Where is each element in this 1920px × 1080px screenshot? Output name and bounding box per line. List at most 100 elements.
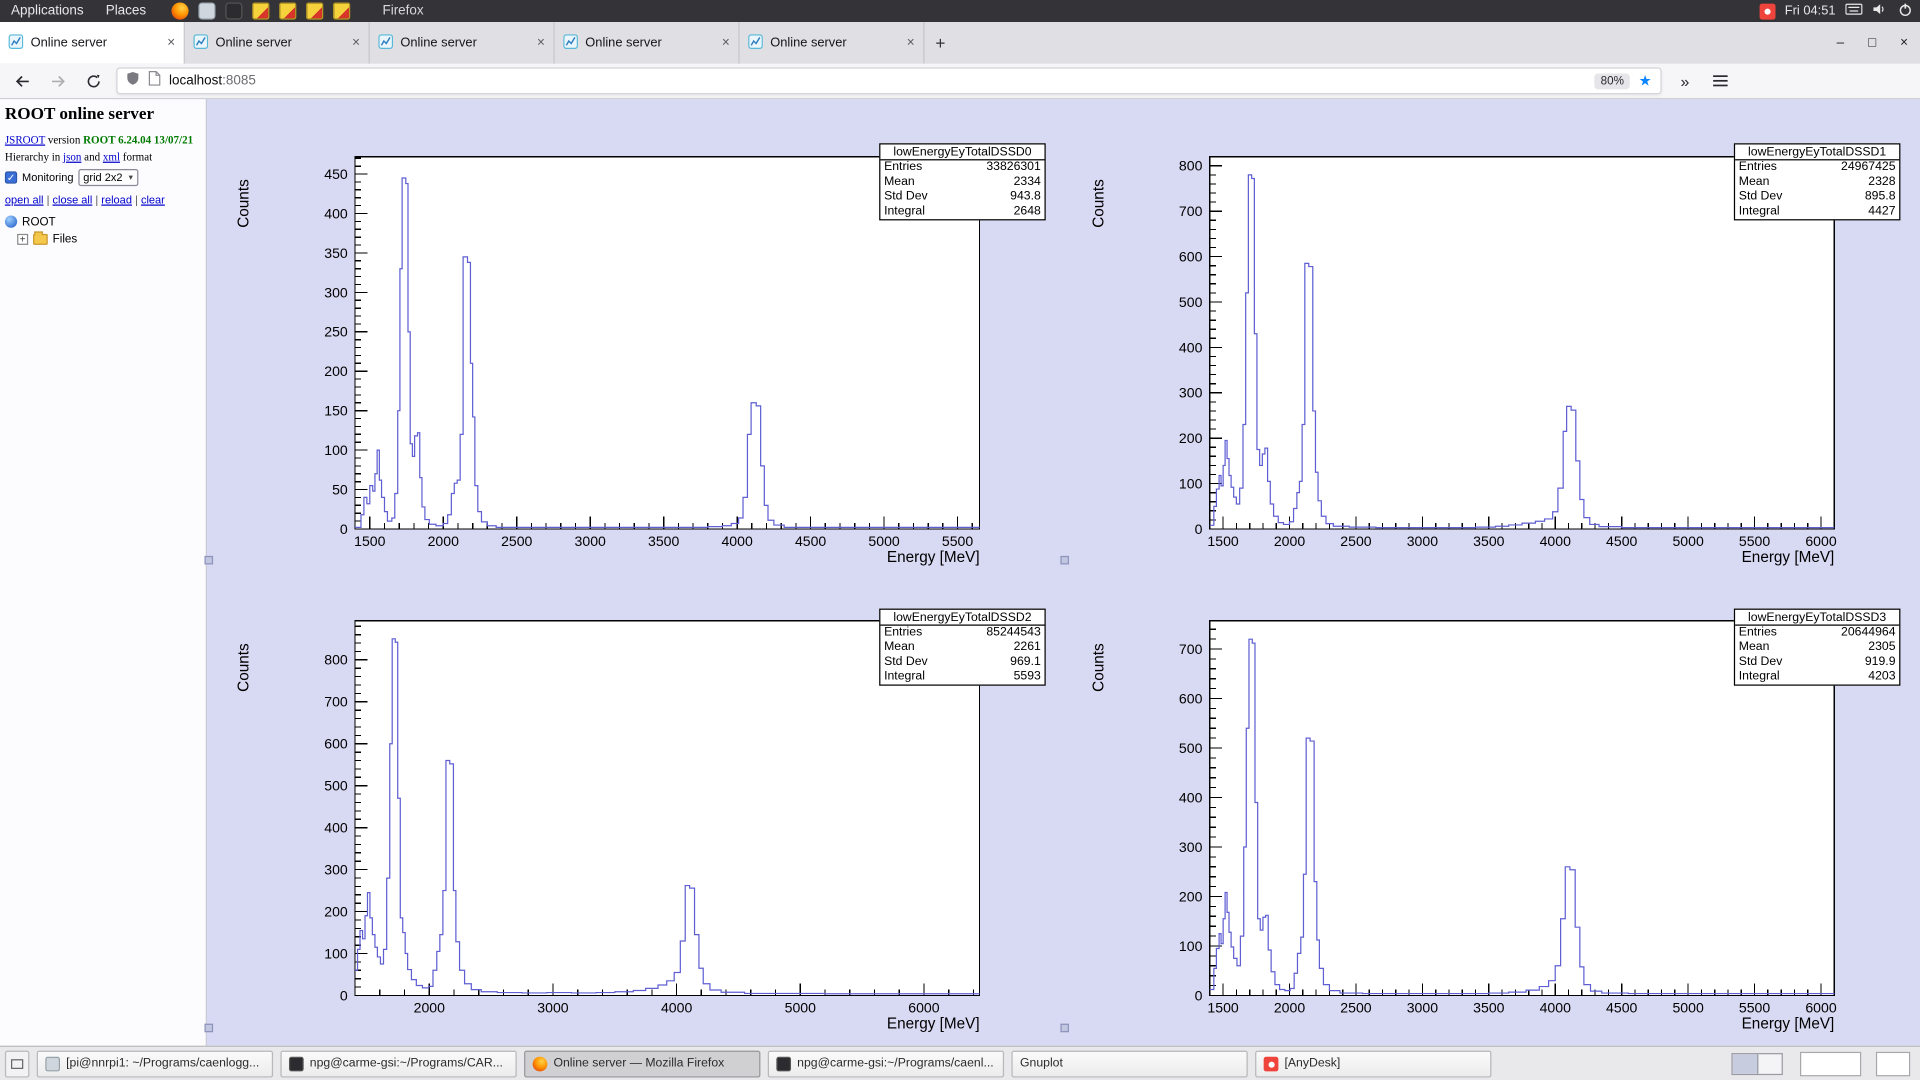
url-bar[interactable]: localhost:8085 80% ★ [116, 67, 1661, 94]
tab-online-server-5[interactable]: Online server× [740, 22, 925, 64]
tab-online-server-1[interactable]: Online server× [0, 22, 185, 64]
window-close-button[interactable]: × [1888, 36, 1920, 51]
svg-text:4000: 4000 [721, 533, 752, 549]
panel-widget[interactable] [1876, 1051, 1910, 1075]
stats-box-lowEnergyEyTotalDSSD1[interactable]: lowEnergyEyTotalDSSD1Entries24967425Mean… [1734, 143, 1901, 220]
app-launcher-icon[interactable] [280, 2, 297, 19]
resize-grip[interactable] [1060, 1024, 1069, 1033]
window-maximize-button[interactable]: □ [1856, 36, 1888, 51]
page-info-icon[interactable] [148, 70, 160, 92]
svg-text:700: 700 [1179, 203, 1203, 219]
show-desktop-button[interactable] [5, 1050, 29, 1077]
jsroot-favicon [563, 34, 578, 52]
zoom-level-button[interactable]: 80% [1595, 73, 1631, 89]
app-launcher-icon[interactable] [334, 2, 351, 19]
firefox-nav-bar: localhost:8085 80% ★ » [0, 64, 1920, 100]
volume-icon[interactable] [1872, 2, 1888, 19]
monitoring-checkbox[interactable]: ✓ [5, 171, 17, 183]
resize-grip[interactable] [1060, 556, 1069, 565]
svg-text:1500: 1500 [354, 533, 385, 549]
tree-item-files[interactable]: + Files [5, 230, 201, 247]
stats-row-mean: Mean2328 [1735, 175, 1899, 190]
histogram-pad-lowEnergyEyTotalDSSD1[interactable]: 1500200025003000350040004500500055006000… [1063, 99, 1920, 567]
json-link[interactable]: json [63, 151, 81, 163]
resize-grip[interactable] [204, 1024, 213, 1033]
taskbar-window-button-3[interactable]: Online server — Mozilla Firefox [524, 1050, 760, 1077]
expand-icon[interactable]: + [17, 233, 28, 244]
tracking-protection-icon[interactable] [126, 70, 139, 92]
svg-text:400: 400 [1179, 789, 1203, 805]
histogram-pad-lowEnergyEyTotalDSSD0[interactable]: 1500200025003000350040004500500055000501… [207, 99, 1063, 567]
tree-item-root[interactable]: ROOT [5, 213, 201, 230]
action-link-close-all[interactable]: close all [53, 193, 93, 205]
file-manager-icon[interactable] [199, 2, 216, 19]
tab-close-icon[interactable]: × [722, 36, 730, 51]
svg-text:4500: 4500 [795, 533, 826, 549]
taskbar-window-button-5[interactable]: Gnuplot [1011, 1050, 1247, 1077]
firefox-launcher-icon[interactable] [172, 2, 189, 19]
jsroot-favicon [378, 34, 393, 52]
reload-button[interactable] [81, 69, 105, 93]
app-launcher-icon[interactable] [307, 2, 324, 19]
action-link-clear[interactable]: clear [141, 193, 165, 205]
svg-text:350: 350 [324, 245, 348, 261]
clock[interactable]: Fri 04:51 [1785, 4, 1836, 19]
svg-text:600: 600 [324, 736, 348, 752]
histogram-pad-lowEnergyEyTotalDSSD3[interactable]: 1500200025003000350040004500500055006000… [1063, 567, 1920, 1035]
taskbar-window-button-1[interactable]: [pi@nnrpi1: ~/Programs/caenlogg... [37, 1050, 273, 1077]
svg-text:6000: 6000 [908, 1000, 939, 1016]
svg-text:6000: 6000 [1805, 1000, 1836, 1016]
xml-link[interactable]: xml [103, 151, 120, 163]
keyboard-icon[interactable] [1845, 2, 1862, 19]
jsroot-canvas-grid: 1500200025003000350040004500500055000501… [207, 99, 1920, 1046]
svg-text:300: 300 [1179, 385, 1203, 401]
svg-text:3000: 3000 [1407, 533, 1438, 549]
svg-text:700: 700 [324, 694, 348, 710]
resize-grip[interactable] [204, 556, 213, 565]
svg-text:5000: 5000 [1672, 533, 1703, 549]
applications-menu[interactable]: Applications [0, 0, 95, 22]
svg-text:100: 100 [1179, 475, 1203, 491]
tab-online-server-4[interactable]: Online server× [555, 22, 740, 64]
stats-box-lowEnergyEyTotalDSSD0[interactable]: lowEnergyEyTotalDSSD0Entries33826301Mean… [879, 143, 1046, 220]
stats-box-lowEnergyEyTotalDSSD3[interactable]: lowEnergyEyTotalDSSD3Entries20644964Mean… [1734, 609, 1901, 686]
svg-text:3500: 3500 [648, 533, 679, 549]
terminal-launcher-icon[interactable] [226, 2, 243, 19]
tab-online-server-3[interactable]: Online server× [370, 22, 555, 64]
desktop-top-panel: Applications Places Firefox Fri 04:51 [0, 0, 1920, 22]
panel-widget[interactable] [1800, 1051, 1861, 1075]
overflow-menu-button[interactable]: » [1673, 69, 1697, 93]
tab-close-icon[interactable]: × [907, 36, 915, 51]
tab-close-icon[interactable]: × [167, 36, 175, 51]
tab-close-icon[interactable]: × [352, 36, 360, 51]
action-link-reload[interactable]: reload [101, 193, 132, 205]
svg-text:300: 300 [1179, 839, 1203, 855]
svg-text:1500: 1500 [1207, 1000, 1238, 1016]
taskbar-window-button-4[interactable]: npg@carme-gsi:~/Programs/caenl... [768, 1050, 1004, 1077]
app-launcher-icon[interactable] [253, 2, 270, 19]
root-node-icon [5, 216, 17, 228]
stats-row-std-dev: Std Dev895.8 [1735, 190, 1899, 205]
forward-button[interactable] [45, 69, 69, 93]
histogram-pad-lowEnergyEyTotalDSSD2[interactable]: 2000300040005000600001002003004005006007… [207, 567, 1063, 1035]
new-tab-button[interactable]: + [924, 22, 956, 64]
places-menu[interactable]: Places [95, 0, 157, 22]
tab-online-server-2[interactable]: Online server× [185, 22, 370, 64]
anydesk-tray-icon[interactable] [1759, 3, 1775, 19]
taskbar-window-button-6[interactable]: [AnyDesk] [1255, 1050, 1491, 1077]
stats-box-lowEnergyEyTotalDSSD2[interactable]: lowEnergyEyTotalDSSD2Entries85244543Mean… [879, 609, 1046, 686]
taskbar-window-label: npg@carme-gsi:~/Programs/caenl... [797, 1057, 994, 1070]
bookmark-star-icon[interactable]: ★ [1639, 73, 1652, 88]
stats-row-mean: Mean2305 [1735, 640, 1899, 655]
back-button[interactable] [10, 69, 34, 93]
jsroot-link[interactable]: JSROOT [5, 133, 45, 145]
app-menu-button[interactable] [1708, 69, 1732, 93]
grid-mode-select[interactable]: grid 2x2▾ [78, 169, 137, 186]
power-icon[interactable] [1898, 2, 1913, 20]
taskbar-window-button-2[interactable]: npg@carme-gsi:~/Programs/CAR... [280, 1050, 516, 1077]
window-minimize-button[interactable]: – [1824, 36, 1856, 51]
workspace-switcher[interactable] [1731, 1052, 1782, 1074]
tab-close-icon[interactable]: × [537, 36, 545, 51]
action-link-open-all[interactable]: open all [5, 193, 44, 205]
svg-text:0: 0 [340, 521, 348, 537]
